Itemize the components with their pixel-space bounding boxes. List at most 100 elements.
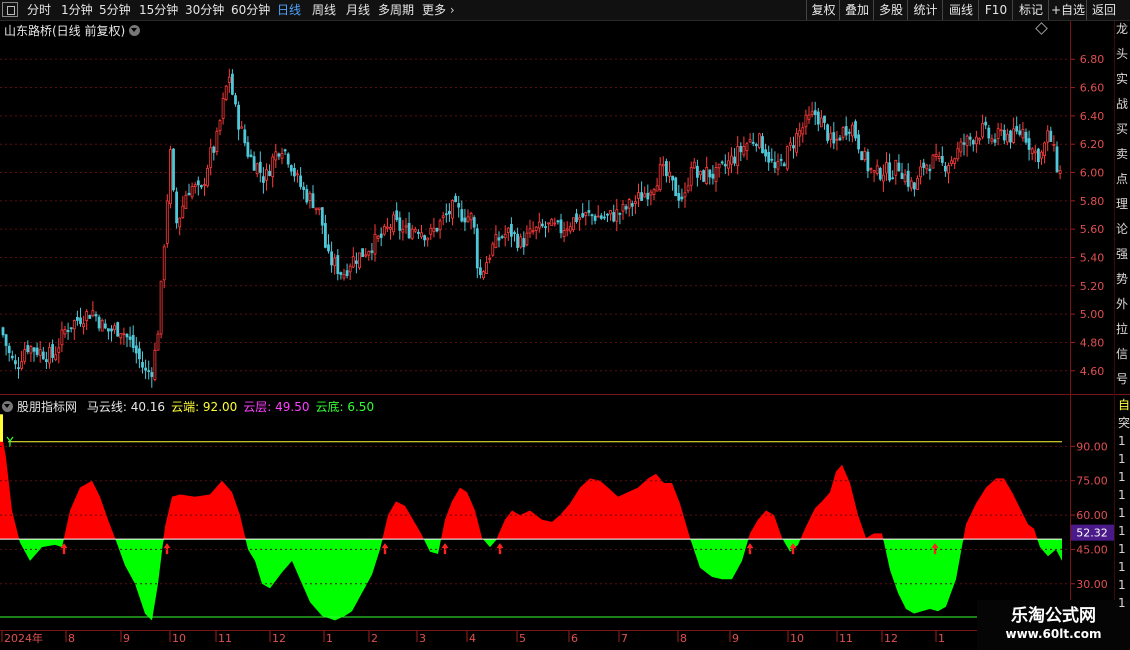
candle-body xyxy=(599,215,603,219)
candle-body xyxy=(937,156,941,159)
side-strip-value: 1 xyxy=(1118,524,1126,538)
candle-body xyxy=(661,163,665,167)
candle-body xyxy=(234,95,237,105)
indicator-menu-icon[interactable] xyxy=(2,401,13,412)
candle-body xyxy=(767,151,771,163)
candle-body xyxy=(878,167,882,180)
indicator-tick-label: 45.00 xyxy=(1076,543,1108,556)
candle-body xyxy=(469,212,473,221)
side-strip-value: 1 xyxy=(1118,488,1126,502)
candle-body xyxy=(553,222,557,225)
chart-canvas[interactable]: 6.80 6.60 6.40 6.20 6.00 5.80 5.60 5.40 5.20 5.00… xyxy=(0,0,1130,650)
candle-body xyxy=(429,227,433,235)
candle-body xyxy=(110,328,113,332)
candle-body xyxy=(609,210,612,215)
indicator-tick-label: 90.00 xyxy=(1076,440,1108,453)
candle-body xyxy=(683,192,687,198)
candle-body xyxy=(389,227,392,230)
side-strip-glyph: 头 xyxy=(1116,47,1129,61)
candle-body xyxy=(351,256,355,268)
candle-body xyxy=(426,237,430,241)
candle-body xyxy=(996,128,1000,140)
candle-body xyxy=(283,149,287,152)
candle-body xyxy=(491,243,495,256)
candle-body xyxy=(807,114,811,120)
candle-body xyxy=(531,230,535,233)
side-strip-glyph: 论 xyxy=(1116,222,1129,236)
candle-body xyxy=(237,104,241,130)
candle-body xyxy=(885,162,888,174)
candle-body xyxy=(823,115,826,123)
price-tick-label: 5.40 xyxy=(1080,251,1105,264)
candle-body xyxy=(274,151,278,161)
x-tick-label: 7 xyxy=(621,632,628,645)
candle-body xyxy=(950,160,953,165)
candle-body xyxy=(798,130,802,137)
candle-body xyxy=(69,327,73,330)
candle-body xyxy=(41,351,45,360)
candle-body xyxy=(147,370,151,373)
side-strip-glyph: 卖 xyxy=(1116,147,1129,161)
candle-body xyxy=(789,142,792,146)
candle-body xyxy=(97,316,101,329)
candle-body xyxy=(116,322,120,337)
candle-body xyxy=(727,160,730,169)
candle-body xyxy=(720,161,724,164)
candle-body xyxy=(13,360,17,365)
candle-body xyxy=(680,196,684,200)
candle-body xyxy=(913,182,916,190)
candle-body xyxy=(268,170,272,176)
candle-body xyxy=(971,140,975,145)
candle-body xyxy=(525,232,529,246)
candle-body xyxy=(820,117,823,128)
watermark-url: www.60lt.com xyxy=(1005,627,1102,641)
candle-body xyxy=(317,207,321,210)
candle-body xyxy=(494,234,498,248)
candle-body xyxy=(35,347,39,355)
price-tick-label: 5.20 xyxy=(1080,280,1105,293)
current-value-label: 52.32 xyxy=(1076,527,1108,540)
candle-body xyxy=(314,207,318,210)
candle-body xyxy=(810,111,814,116)
candle-body xyxy=(308,192,312,201)
candle-body xyxy=(119,333,123,339)
candle-body xyxy=(485,262,489,274)
side-strip-value: 1 xyxy=(1118,470,1126,484)
candle-body xyxy=(1012,128,1015,143)
candle-body xyxy=(423,235,427,241)
candle-body xyxy=(475,228,479,269)
candle-body xyxy=(277,153,281,157)
indicator-title: 股朋指标网 马云线: 40.16 云端: 92.00 云层: 49.50 云底: 6.… xyxy=(2,398,374,415)
candle-body xyxy=(364,254,368,257)
candle-body xyxy=(1046,130,1050,143)
candle-body xyxy=(851,124,854,137)
candle-body xyxy=(1037,148,1040,163)
candle-body xyxy=(773,162,777,169)
candle-body xyxy=(922,162,926,168)
candle-body xyxy=(674,177,678,197)
candle-body xyxy=(624,206,628,210)
candle-body xyxy=(1,327,5,336)
candle-body xyxy=(286,153,290,165)
candle-body xyxy=(547,222,550,225)
candle-body xyxy=(385,226,389,229)
candle-body xyxy=(187,192,191,196)
candle-body xyxy=(513,232,516,235)
candle-body xyxy=(748,139,752,143)
candle-body xyxy=(230,73,234,95)
x-tick-label: 11 xyxy=(218,632,232,645)
candle-body xyxy=(509,224,513,237)
candle-body xyxy=(968,136,972,140)
candle-body xyxy=(404,225,408,228)
candle-body xyxy=(113,325,116,331)
candle-body xyxy=(782,163,786,167)
candle-body xyxy=(339,272,343,275)
candle-body xyxy=(646,192,650,200)
candle-body xyxy=(159,280,163,335)
candle-body xyxy=(57,347,61,353)
candle-body xyxy=(593,215,597,221)
candle-body xyxy=(432,227,436,232)
indicator-tick-label: 30.00 xyxy=(1076,578,1108,591)
side-strip-value: 突 xyxy=(1118,416,1130,430)
candle-body xyxy=(702,170,705,182)
